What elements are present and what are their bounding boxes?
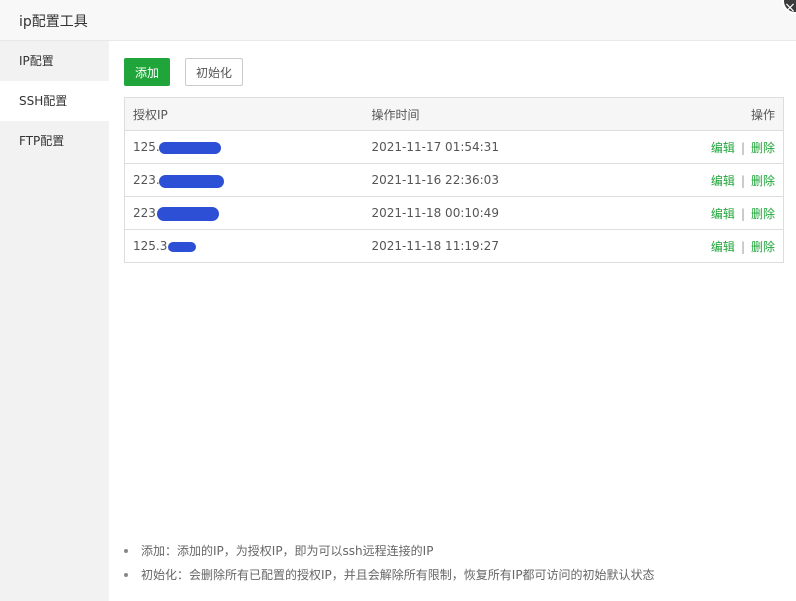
ip-cell: 125.3. (124, 229, 364, 263)
redaction-mark (159, 175, 224, 188)
redaction-mark (168, 242, 196, 252)
ip-cell: 223 (124, 196, 364, 230)
sidebar-item-label: FTP配置 (19, 134, 65, 148)
initialize-button[interactable]: 初始化 (185, 58, 243, 86)
note-item: 添加：添加的IP，为授权IP，即为可以ssh远程连接的IP (124, 541, 655, 565)
sidebar-item-ftp-config[interactable]: FTP配置 (0, 121, 109, 161)
edit-link[interactable]: 编辑 (711, 174, 735, 188)
action-separator: | (740, 206, 745, 221)
actions-cell: 编辑 | 删除 (623, 130, 784, 164)
column-header-ip: 授权IP (124, 97, 364, 131)
column-header-actions: 操作 (623, 97, 784, 131)
actions-cell: 编辑 | 删除 (623, 229, 784, 263)
sidebar-item-label: IP配置 (19, 54, 54, 68)
close-icon: × (784, 0, 796, 16)
redaction-mark (159, 142, 221, 154)
table-row: 223. 2021-11-16 22:36:03 编辑 | 删除 (124, 163, 784, 197)
time-cell: 2021-11-18 11:19:27 (363, 229, 624, 263)
actions-cell: 编辑 | 删除 (623, 163, 784, 197)
actions-cell: 编辑 | 删除 (623, 196, 784, 230)
sidebar-item-ip-config[interactable]: IP配置 (0, 41, 109, 81)
time-cell: 2021-11-18 00:10:49 (363, 196, 624, 230)
ip-value-wrapper: 223. (133, 173, 224, 188)
title-bar: ip配置工具 (0, 0, 796, 41)
delete-link[interactable]: 删除 (751, 174, 775, 188)
ip-cell: 223. (124, 163, 364, 197)
ip-value-wrapper: 125. (133, 140, 221, 154)
ip-value: 125. (133, 140, 160, 154)
ip-value: 223 (133, 206, 156, 220)
ip-value-wrapper: 223 (133, 206, 219, 221)
delete-link[interactable]: 删除 (751, 141, 775, 155)
sidebar-item-label: SSH配置 (19, 94, 68, 108)
ip-value: 223. (133, 173, 160, 187)
close-button[interactable]: × (782, 0, 796, 16)
table-header-row: 授权IP 操作时间 操作 (124, 97, 784, 131)
table-row: 223 2021-11-18 00:10:49 编辑 | 删除 (124, 196, 784, 230)
help-notes: 添加：添加的IP，为授权IP，即为可以ssh远程连接的IP 初始化：会删除所有已… (124, 541, 655, 589)
action-separator: | (740, 173, 745, 188)
sidebar: IP配置 SSH配置 FTP配置 (0, 41, 109, 601)
table-row: 125. 2021-11-17 01:54:31 编辑 | 删除 (124, 130, 784, 164)
note-item: 初始化：会删除所有已配置的授权IP，并且会解除所有限制，恢复所有IP都可访问的初… (124, 565, 655, 589)
edit-link[interactable]: 编辑 (711, 207, 735, 221)
ip-cell: 125. (124, 130, 364, 164)
window-title: ip配置工具 (19, 14, 88, 30)
edit-link[interactable]: 编辑 (711, 240, 735, 254)
table-row: 125.3. 2021-11-18 11:19:27 编辑 | 删除 (124, 229, 784, 263)
edit-link[interactable]: 编辑 (711, 141, 735, 155)
authorized-ip-table: 授权IP 操作时间 操作 125. 2021-11-17 01:54:31 编辑… (124, 97, 784, 263)
redaction-mark (157, 207, 219, 221)
action-separator: | (740, 140, 745, 155)
ip-value: 125.3. (133, 239, 172, 253)
delete-link[interactable]: 删除 (751, 240, 775, 254)
time-cell: 2021-11-16 22:36:03 (363, 163, 624, 197)
delete-link[interactable]: 删除 (751, 207, 775, 221)
ip-value-wrapper: 125.3. (133, 239, 196, 253)
action-separator: | (740, 239, 745, 254)
add-button[interactable]: 添加 (124, 58, 170, 86)
column-header-time: 操作时间 (363, 97, 624, 131)
sidebar-item-ssh-config[interactable]: SSH配置 (0, 81, 109, 121)
time-cell: 2021-11-17 01:54:31 (363, 130, 624, 164)
